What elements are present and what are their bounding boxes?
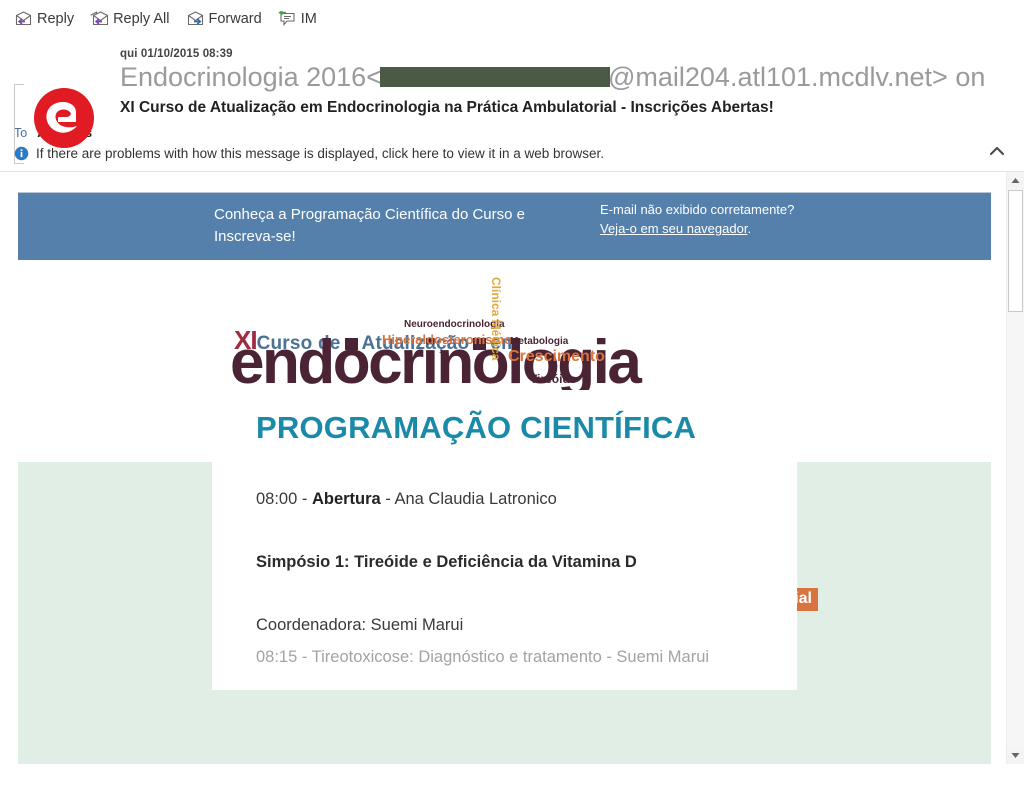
program-line-0-rest: - Ana Claudia Latronico: [380, 490, 557, 509]
program-line-opening: 08:00 - Abertura - Ana Claudia Latronico: [256, 490, 557, 509]
scroll-thumb[interactable]: [1008, 190, 1023, 313]
email-html-canvas: Conheça a Programação Científica do Curs…: [18, 172, 991, 765]
reply-all-icon: [90, 11, 109, 26]
body-vertical-scrollbar[interactable]: [1006, 172, 1024, 765]
program-card: PROGRAMAÇÃO CIENTÍFICA 08:00 - Abertura …: [212, 390, 797, 691]
recipients-row: To All users: [0, 117, 1024, 140]
scroll-down-arrow[interactable]: [1007, 747, 1024, 764]
banner-fallback-block: E-mail não exibido corretamente? Veja-o …: [600, 201, 930, 239]
program-coordinator: Coordenadora: Suemi Marui: [256, 616, 464, 635]
scroll-up-arrow-icon: [1011, 178, 1020, 184]
chevron-up-icon[interactable]: [984, 140, 1010, 162]
im-button[interactable]: IM: [277, 10, 317, 27]
program-line-0-bold: Abertura: [311, 490, 381, 509]
banner-headline: Conheça a Programação Científica do Curs…: [214, 206, 526, 246]
logo-keyword: Tireóide: [530, 372, 577, 387]
sender-line: Endocrinologia 2016< @mail204.atl101.mcdl…: [120, 61, 1024, 93]
forward-label: Forward: [208, 10, 262, 27]
program-line-0-time: 08:00 -: [256, 490, 312, 509]
message-datetime: qui 01/10/2015 08:39: [120, 48, 233, 60]
reply-all-label: Reply All: [113, 10, 170, 27]
im-icon: [277, 11, 295, 26]
info-circle-icon: [14, 147, 29, 161]
reply-icon: [15, 11, 32, 26]
message-header: qui 01/10/2015 08:39 Endocrinologia 2016…: [0, 38, 1024, 173]
view-in-browser-infobar[interactable]: If there are problems with how this mess…: [0, 140, 1024, 161]
logo-keyword: Metabologia: [510, 336, 569, 348]
message-body-region: Conheça a Programação Científica do Curs…: [0, 172, 1024, 765]
reply-button[interactable]: Reply: [14, 11, 74, 27]
header-text-block: qui 01/10/2015 08:39 Endocrinologia 2016…: [0, 42, 1024, 117]
program-title: PROGRAMAÇÃO CIENTÍFICA: [256, 410, 697, 446]
logo-keyword: Clínica Médica: [489, 277, 503, 361]
forward-icon: [187, 11, 203, 26]
message-toolbar: Reply Reply All Forward IM: [0, 0, 1024, 38]
reply-label: Reply: [37, 10, 75, 27]
banner-fallback-suffix: .: [747, 221, 752, 237]
banner-fallback-question: E-mail não exibido corretamente?: [600, 202, 795, 218]
message-subject: XI Curso de Atualização em Endocrinologi…: [120, 99, 774, 117]
scroll-down-arrow-icon: [1011, 753, 1020, 759]
program-symposium-heading: Simpósio 1: Tireóide e Deficiência da Vi…: [256, 553, 637, 572]
infobar-text: If there are problems with how this mess…: [36, 146, 605, 162]
email-preheader-banner: Conheça a Programação Científica do Curs…: [18, 192, 991, 261]
im-label: IM: [300, 10, 317, 27]
sender-trailing-text: on: [955, 62, 986, 92]
program-line-clipped: 08:15 - Tireotoxicose: Diagnóstico e tra…: [256, 648, 710, 667]
redacted-email-local-part: [379, 67, 610, 87]
reply-all-button[interactable]: Reply All: [90, 10, 170, 27]
logo-keyword: Crescimento: [508, 348, 605, 366]
scroll-up-arrow[interactable]: [1007, 172, 1024, 189]
sender-email-domain: @mail204.atl101.mcdlv.net>: [607, 62, 948, 92]
view-in-browser-link[interactable]: Veja-o em seu navegador: [600, 221, 747, 236]
forward-button[interactable]: Forward: [186, 11, 262, 27]
sender-name: Endocrinologia 2016: [120, 62, 367, 92]
